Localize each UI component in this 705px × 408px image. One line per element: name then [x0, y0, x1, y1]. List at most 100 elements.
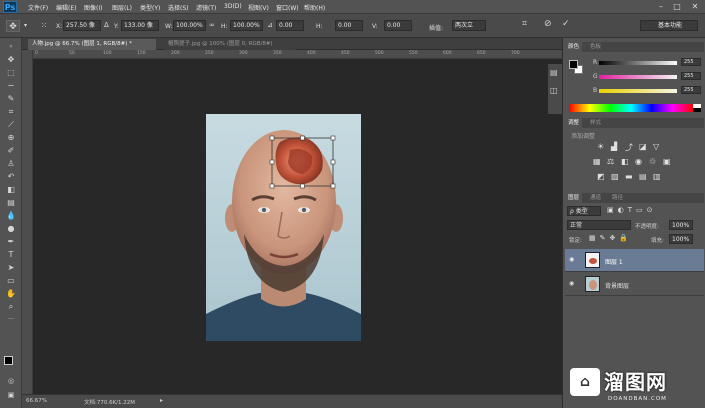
- move-transform-icon[interactable]: ✥: [6, 20, 20, 32]
- layer-filter-icons[interactable]: ▣◐T▭⊙: [607, 206, 697, 216]
- shape-tool-icon[interactable]: ▭: [3, 276, 19, 286]
- marquee-tool-icon[interactable]: ⬚: [3, 68, 19, 78]
- angle-field[interactable]: 0.00: [276, 20, 304, 31]
- tab-layers[interactable]: 图层: [565, 193, 583, 203]
- exposure-icon[interactable]: ◪: [639, 142, 647, 151]
- quick-mask-icon[interactable]: ◎: [3, 376, 19, 386]
- tab-channels[interactable]: 通道: [587, 193, 604, 203]
- healing-brush-tool-icon[interactable]: ⊕: [3, 133, 19, 143]
- menu-filter[interactable]: 滤镜(T): [196, 3, 216, 12]
- tab-document-1[interactable]: 人物.jpg @ 66.7% (图层 1, RGB/8#) *: [28, 39, 156, 50]
- pen-tool-icon[interactable]: ✒: [3, 237, 19, 247]
- brush-tool-icon[interactable]: ✐: [3, 146, 19, 156]
- status-arrow-icon[interactable]: ▸: [160, 397, 163, 404]
- y-position-field[interactable]: 133.00 像: [121, 20, 159, 31]
- tab-adjustments[interactable]: 调整: [565, 118, 583, 128]
- properties-panel-icon[interactable]: ◫: [550, 86, 558, 95]
- cancel-transform-icon[interactable]: ⊘: [544, 19, 552, 29]
- menu-view[interactable]: 视图(V): [248, 3, 269, 12]
- tab-paths[interactable]: 路径: [609, 193, 626, 203]
- r-slider[interactable]: [599, 61, 677, 65]
- photo-filter-icon[interactable]: ◉: [635, 157, 642, 166]
- reference-point-icon[interactable]: ⁙: [38, 20, 50, 32]
- g-slider[interactable]: [599, 75, 677, 79]
- lasso-tool-icon[interactable]: ∽: [3, 81, 19, 91]
- posterize-icon[interactable]: ▨: [611, 172, 619, 181]
- document-image[interactable]: [206, 114, 361, 341]
- warp-mode-icon[interactable]: ⌗: [522, 19, 527, 29]
- gradient-tool-icon[interactable]: ▤: [3, 198, 19, 208]
- move-tool-icon[interactable]: ✥: [3, 55, 19, 65]
- interpolation-select[interactable]: 两次立: [452, 20, 486, 31]
- levels-icon[interactable]: ▟: [611, 142, 617, 151]
- path-selection-tool-icon[interactable]: ➤: [3, 263, 19, 273]
- workspace-select[interactable]: 基本功能: [640, 20, 698, 31]
- blur-tool-icon[interactable]: 💧: [3, 211, 19, 221]
- height-field[interactable]: 100.00%: [230, 20, 263, 31]
- clone-stamp-tool-icon[interactable]: ♙: [3, 159, 19, 169]
- layer-filter-select[interactable]: ρ 类型: [567, 206, 601, 216]
- menu-type[interactable]: 类型(Y): [140, 3, 160, 12]
- color-balance-icon[interactable]: ⚖: [607, 157, 614, 166]
- menu-edit[interactable]: 编辑(E): [56, 3, 76, 12]
- fill-field[interactable]: 100%: [669, 234, 693, 244]
- color-spectrum-bar[interactable]: [569, 104, 693, 112]
- history-brush-tool-icon[interactable]: ↶: [3, 172, 19, 182]
- tab-document-2[interactable]: 帽照提子.jpg @ 100% (图层 0, RGB/8#): [164, 39, 296, 50]
- eyedropper-tool-icon[interactable]: ⟋: [3, 120, 19, 130]
- layer-name[interactable]: 背景图层: [605, 281, 629, 290]
- zoom-level[interactable]: 66.67%: [26, 398, 47, 404]
- menu-window[interactable]: 窗口(W): [276, 3, 299, 12]
- b-value[interactable]: 255: [681, 86, 701, 94]
- quick-select-tool-icon[interactable]: ✎: [3, 94, 19, 104]
- eraser-tool-icon[interactable]: ◧: [3, 185, 19, 195]
- r-value[interactable]: 255: [681, 58, 701, 66]
- brightness-icon[interactable]: ☀: [597, 142, 604, 151]
- threshold-icon[interactable]: ▬: [625, 172, 633, 181]
- hue-saturation-icon[interactable]: ▦: [593, 157, 601, 166]
- dodge-tool-icon[interactable]: ●: [3, 224, 19, 234]
- layer-row[interactable]: ◉ 图层 1: [565, 249, 704, 272]
- menu-image[interactable]: 图像(I): [84, 3, 102, 12]
- hand-tool-icon[interactable]: ✋: [3, 289, 19, 299]
- menu-help[interactable]: 帮助(H): [304, 3, 325, 12]
- menu-layer[interactable]: 图层(L): [112, 3, 132, 12]
- b-slider[interactable]: [599, 89, 677, 93]
- crop-tool-icon[interactable]: ⌗: [3, 107, 19, 117]
- tab-swatches[interactable]: 色板: [587, 42, 604, 52]
- eye-icon[interactable]: ◉: [569, 280, 574, 287]
- tab-color[interactable]: 颜色: [565, 42, 583, 52]
- screen-mode-icon[interactable]: ▣: [3, 390, 19, 400]
- blend-mode-select[interactable]: 正常: [567, 220, 631, 230]
- link-icon[interactable]: ∞: [209, 21, 215, 29]
- tab-styles[interactable]: 样式: [587, 118, 604, 128]
- opacity-field[interactable]: 100%: [669, 220, 693, 230]
- restore-button[interactable]: □: [670, 1, 684, 12]
- width-field[interactable]: 100.00%: [173, 20, 206, 31]
- close-window-button[interactable]: ✕: [688, 1, 702, 12]
- black-swatch[interactable]: [693, 108, 701, 112]
- x-position-field[interactable]: 257.50 像: [63, 20, 101, 31]
- selective-color-icon[interactable]: ▥: [653, 172, 661, 181]
- menu-file[interactable]: 文件(F): [28, 3, 48, 12]
- channel-mixer-icon[interactable]: ♲: [649, 157, 656, 166]
- black-white-icon[interactable]: ◧: [621, 157, 629, 166]
- zoom-tool-icon[interactable]: ⌕: [3, 302, 19, 312]
- chevron-down-icon[interactable]: ▾: [24, 22, 27, 29]
- color-lookup-icon[interactable]: ▣: [663, 157, 671, 166]
- vibrance-icon[interactable]: ▽: [653, 142, 659, 151]
- collapse-toolbox-icon[interactable]: »: [3, 42, 19, 52]
- curves-icon[interactable]: ⤴: [625, 142, 633, 153]
- history-panel-icon[interactable]: ▤: [550, 68, 558, 77]
- relative-delta-icon[interactable]: Δ: [104, 21, 109, 29]
- g-value[interactable]: 255: [681, 72, 701, 80]
- eye-icon[interactable]: ◉: [569, 256, 574, 263]
- minimize-button[interactable]: –: [654, 1, 668, 12]
- hskew-field[interactable]: 0.00: [335, 20, 363, 31]
- menu-3d[interactable]: 3D(D): [224, 3, 242, 10]
- commit-transform-icon[interactable]: ✓: [562, 19, 570, 29]
- vskew-field[interactable]: 0.00: [384, 20, 412, 31]
- lock-icons[interactable]: ▦✎✥🔒: [589, 234, 649, 244]
- color-foreground-swatch[interactable]: [569, 60, 578, 69]
- layer-row[interactable]: ◉ 背景图层: [565, 273, 704, 296]
